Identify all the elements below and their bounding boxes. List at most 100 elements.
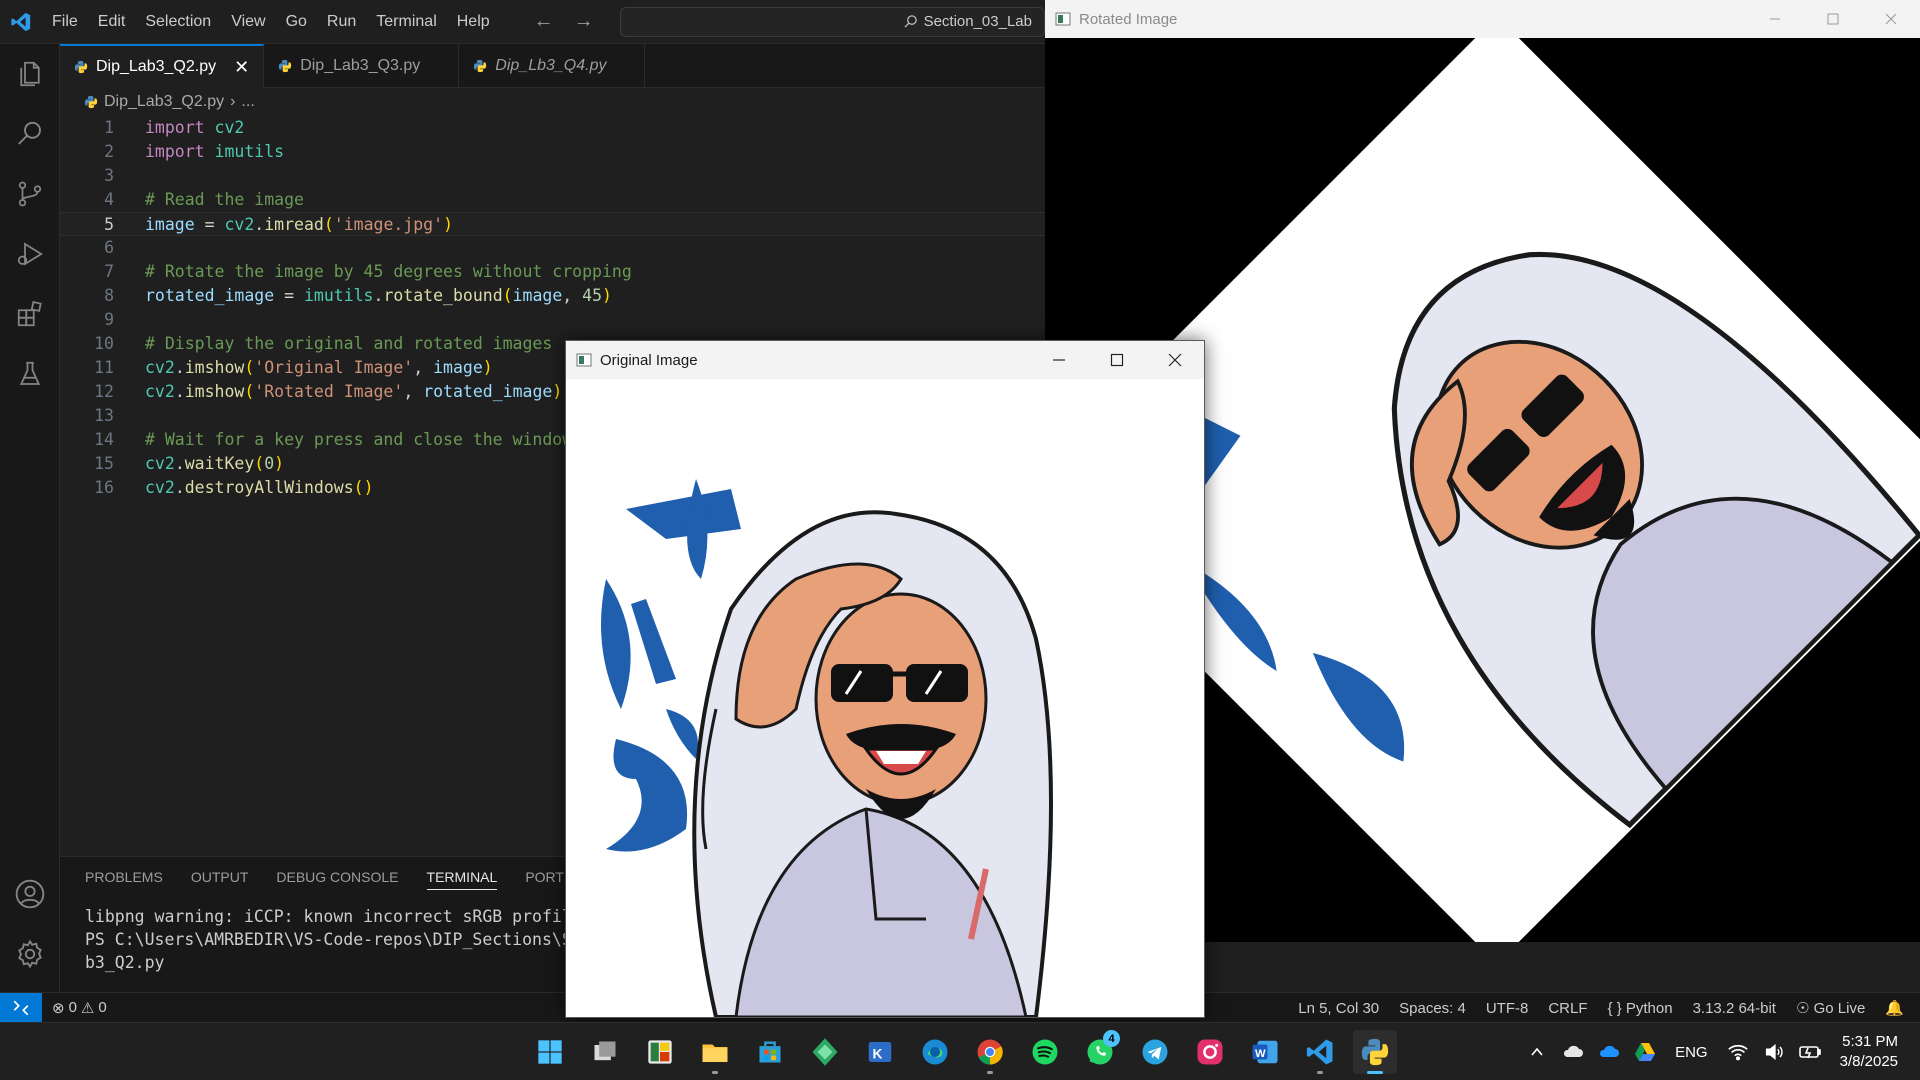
language-indicator[interactable]: ENG — [1663, 1044, 1720, 1061]
tab-dip-lab3-q3[interactable]: Dip_Lab3_Q3.py — [264, 44, 460, 88]
maximize-icon[interactable] — [1088, 341, 1146, 379]
settings-gear-icon[interactable] — [12, 936, 48, 972]
status-problems[interactable]: ⊗ 0 ⚠ 0 — [52, 999, 107, 1017]
close-icon[interactable] — [1146, 341, 1204, 379]
menu-file[interactable]: File — [42, 0, 88, 44]
command-center[interactable]: Section_03_Lab — [619, 6, 1045, 37]
chrome-icon[interactable] — [968, 1030, 1012, 1074]
file-explorer-icon[interactable] — [693, 1030, 737, 1074]
line-number: 2 — [104, 142, 114, 161]
wifi-icon[interactable] — [1720, 1034, 1756, 1070]
tab-label: Dip_Lab3_Q2.py — [96, 58, 217, 75]
minimize-icon[interactable] — [1746, 0, 1804, 38]
google-drive-icon[interactable] — [1627, 1034, 1663, 1070]
tab-dip-lab3-q2[interactable]: Dip_Lab3_Q2.py ✕ — [60, 44, 265, 88]
status-go-live[interactable]: ☉ Go Live — [1796, 999, 1865, 1017]
clock-date: 3/8/2025 — [1839, 1053, 1898, 1070]
window-app-icon — [576, 353, 592, 367]
line-number: 11 — [94, 358, 114, 377]
code-line: 7 # Rotate the image by 45 degrees withou… — [60, 260, 1045, 284]
line-number: 13 — [94, 406, 114, 425]
back-arrow-icon[interactable]: ← — [534, 10, 554, 33]
close-icon[interactable] — [1862, 0, 1920, 38]
menu-terminal[interactable]: Terminal — [366, 0, 446, 44]
menu-edit[interactable]: Edit — [88, 0, 136, 44]
line-number: 12 — [94, 382, 114, 401]
chevron-up-icon[interactable] — [1519, 1034, 1555, 1070]
navigation-arrows: ← → — [534, 10, 594, 33]
python-file-icon — [279, 59, 292, 73]
telegram-icon[interactable] — [1133, 1030, 1177, 1074]
panel-tab-output[interactable]: OUTPUT — [191, 869, 249, 890]
spotify-icon[interactable] — [1023, 1030, 1067, 1074]
menu-view[interactable]: View — [221, 0, 275, 44]
menu-selection[interactable]: Selection — [135, 0, 221, 44]
python-icon[interactable] — [1353, 1030, 1397, 1074]
python-file-icon — [74, 60, 88, 74]
desktop: File Edit Selection View Go Run Terminal… — [0, 0, 1920, 1080]
status-encoding[interactable]: UTF-8 — [1486, 1000, 1529, 1017]
remote-indicator-icon[interactable] — [0, 992, 42, 1023]
code-line: 3 — [60, 164, 1045, 188]
onedrive-personal-icon[interactable] — [1555, 1034, 1591, 1070]
panel-tab-problems[interactable]: PROBLEMS — [85, 869, 163, 890]
app-green-icon[interactable] — [803, 1030, 847, 1074]
widgets-icon[interactable] — [638, 1030, 682, 1074]
notifications-bell-icon[interactable]: 🔔 — [1885, 999, 1904, 1017]
run-debug-icon[interactable] — [12, 236, 48, 272]
explorer-icon[interactable] — [12, 56, 48, 92]
status-right-items: Ln 5, Col 30 Spaces: 4 UTF-8 CRLF { } Py… — [1298, 993, 1904, 1023]
search-sidebar-icon[interactable] — [12, 116, 48, 152]
accounts-icon[interactable] — [12, 876, 48, 912]
breadcrumb-symbols[interactable]: ... — [241, 93, 254, 111]
whatsapp-icon[interactable]: 4 — [1078, 1030, 1122, 1074]
status-cursor-position[interactable]: Ln 5, Col 30 — [1298, 1000, 1379, 1017]
status-indentation[interactable]: Spaces: 4 — [1399, 1000, 1466, 1017]
maximize-icon[interactable] — [1804, 0, 1862, 38]
edge-icon[interactable] — [913, 1030, 957, 1074]
start-icon[interactable] — [528, 1030, 572, 1074]
visual-studio-icon[interactable]: K — [858, 1030, 902, 1074]
clock-time: 5:31 PM — [1842, 1033, 1898, 1050]
menu-help[interactable]: Help — [447, 0, 500, 44]
rotated-window-title-bar[interactable]: Rotated Image — [1045, 0, 1920, 38]
line-number: 14 — [94, 430, 114, 449]
error-icon: ⊗ — [52, 999, 65, 1017]
source-control-icon[interactable] — [12, 176, 48, 212]
word-icon[interactable]: W — [1243, 1030, 1287, 1074]
original-window-title-bar[interactable]: Original Image — [566, 341, 1204, 379]
status-eol[interactable]: CRLF — [1548, 1000, 1587, 1017]
title-bar: File Edit Selection View Go Run Terminal… — [0, 0, 1045, 44]
menu-go[interactable]: Go — [276, 0, 317, 44]
instagram-icon[interactable] — [1188, 1030, 1232, 1074]
code-line: 8 rotated_image = imutils.rotate_bound(im… — [60, 284, 1045, 308]
forward-arrow-icon[interactable]: → — [574, 10, 594, 33]
clock[interactable]: 5:31 PM 3/8/2025 — [1828, 1032, 1920, 1072]
vscode-logo-icon — [0, 0, 42, 44]
extensions-icon[interactable] — [12, 296, 48, 332]
whatsapp-badge: 4 — [1103, 1030, 1120, 1047]
battery-icon[interactable] — [1792, 1034, 1828, 1070]
tab-dip-lb3-q4[interactable]: Dip_Lb3_Q4.py — [459, 44, 646, 88]
microsoft-store-icon[interactable] — [748, 1030, 792, 1074]
task-view-icon[interactable] — [583, 1030, 627, 1074]
close-tab-icon[interactable]: ✕ — [234, 57, 249, 78]
search-icon — [903, 15, 917, 28]
line-number: 4 — [104, 190, 114, 209]
panel-tab-terminal[interactable]: TERMINAL — [426, 869, 498, 890]
status-language[interactable]: { } Python — [1608, 1000, 1673, 1017]
volume-icon[interactable] — [1756, 1034, 1792, 1070]
status-interpreter[interactable]: 3.13.2 64-bit — [1693, 1000, 1776, 1017]
line-number: 15 — [94, 454, 114, 473]
testing-flask-icon[interactable] — [12, 356, 48, 392]
panel-tab-debug-console[interactable]: DEBUG CONSOLE — [276, 869, 398, 890]
terminal-output[interactable]: libpng warning: iCCP: known incorrect sR… — [85, 905, 612, 974]
breadcrumb: Dip_Lab3_Q2.py › ... — [84, 90, 255, 114]
activity-bar — [0, 44, 60, 992]
onedrive-icon[interactable] — [1591, 1034, 1627, 1070]
breadcrumb-file[interactable]: Dip_Lab3_Q2.py — [104, 93, 224, 111]
menu-run[interactable]: Run — [317, 0, 366, 44]
minimize-icon[interactable] — [1030, 341, 1088, 379]
vscode-icon[interactable] — [1298, 1030, 1342, 1074]
python-file-icon — [474, 59, 487, 73]
